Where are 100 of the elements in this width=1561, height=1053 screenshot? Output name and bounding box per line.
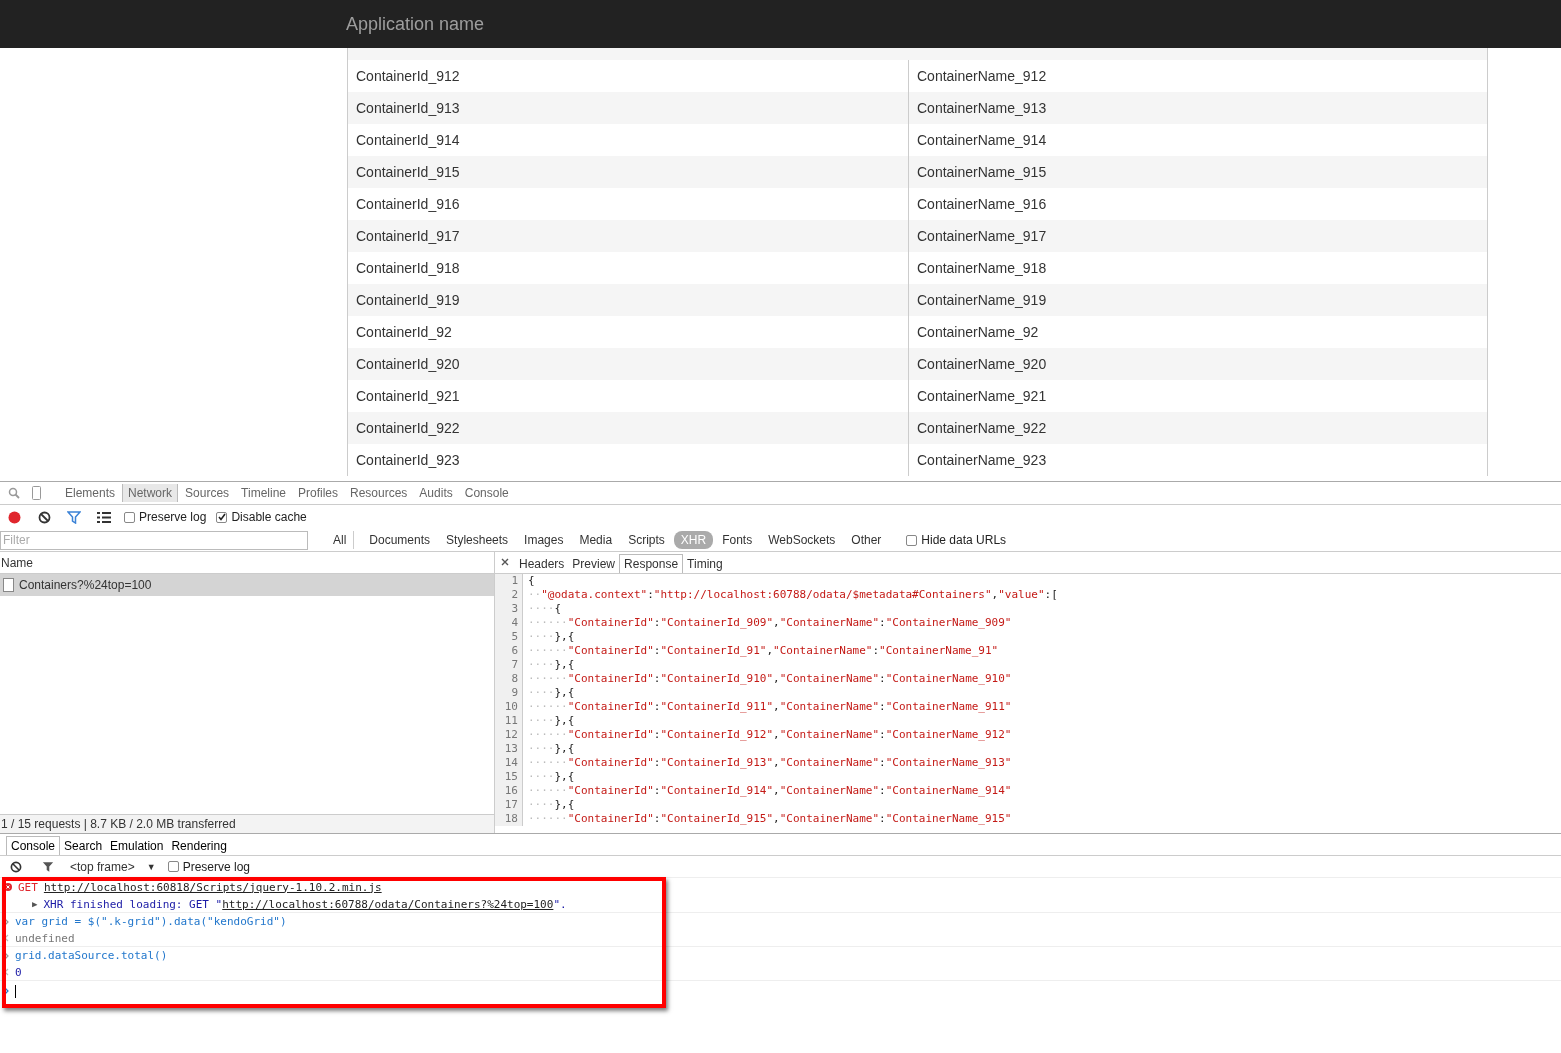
panel-tab[interactable]: Sources: [180, 484, 235, 502]
table-cell-text: ContainerName_912: [916, 67, 1048, 86]
table-cell-text: ContainerName_921: [916, 387, 1048, 406]
line-number: 10: [495, 700, 523, 714]
checkbox-label: Disable cache: [231, 510, 307, 524]
table-cell-text: ContainerName_914: [916, 131, 1048, 150]
line-number: 12: [495, 728, 523, 742]
code-line: ······"ContainerId":"ContainerId_912","ContainerName":"ContainerName_912": [528, 728, 1012, 742]
request-row[interactable]: Containers?%24top=100: [0, 574, 494, 596]
checkbox[interactable]: [906, 534, 918, 546]
drawer-tab[interactable]: Emulation: [106, 837, 168, 855]
error-method: GET: [18, 880, 38, 894]
checkbox[interactable]: [124, 511, 135, 523]
code-line: ····},{: [528, 630, 575, 644]
table-cell-text: ContainerName_919: [916, 291, 1048, 310]
table-cell-text: ContainerName_922: [916, 419, 1048, 438]
console-command: var grid = $(".k-grid").data("kendoGrid"): [15, 915, 287, 928]
code-line: ····{: [528, 602, 562, 616]
filter-icon[interactable]: [64, 508, 84, 526]
line-number: 18: [495, 812, 523, 826]
table-cell-text: ContainerName_917: [916, 227, 1048, 246]
code-line: {: [528, 574, 535, 588]
app-title[interactable]: Application name: [346, 13, 485, 35]
expand-arrow[interactable]: ▶: [32, 899, 38, 909]
line-number: 16: [495, 784, 523, 798]
line-number: 4: [495, 616, 523, 630]
line-number: 5: [495, 630, 523, 644]
dropdown-arrow[interactable]: ▼: [146, 861, 156, 872]
table-cell-text: ContainerName_923: [916, 451, 1048, 470]
context-select[interactable]: <top frame>: [70, 859, 135, 874]
line-number: 1: [495, 574, 523, 588]
xhr-log-message: XHR finished loading: GET "http://localhost:60788/odata/Containers?%24top=100".: [43, 897, 567, 911]
type-filter[interactable]: Fonts: [715, 531, 760, 549]
checkbox-label: Preserve log: [182, 859, 250, 874]
line-number: 15: [495, 770, 523, 784]
table-cell-text: ContainerName_916: [916, 195, 1048, 214]
code-line: ······"ContainerId":"ContainerId_913","ContainerName":"ContainerName_913": [528, 756, 1012, 770]
panel-tab[interactable]: Network: [122, 484, 179, 502]
code-line: ······"ContainerId":"ContainerId_915","ContainerName":"ContainerName_915": [528, 812, 1012, 826]
type-filter[interactable]: Images: [517, 531, 571, 549]
panel-tab[interactable]: Elements: [60, 484, 121, 502]
console-result: 0: [15, 965, 22, 979]
code-line: ····},{: [528, 714, 575, 728]
line-number: 6: [495, 644, 523, 658]
code-line: ······"ContainerId":"ContainerId_909","ContainerName":"ContainerName_909": [528, 616, 1012, 630]
drawer-tab[interactable]: Console: [6, 836, 61, 855]
type-filter[interactable]: All: [326, 531, 355, 549]
line-number: 8: [495, 672, 523, 686]
checkbox-label: Hide data URLs: [921, 533, 1007, 547]
line-number: 2: [495, 588, 523, 602]
type-filter[interactable]: Other: [844, 531, 889, 549]
text-cursor[interactable]: [15, 984, 16, 998]
drawer-tab[interactable]: Search: [60, 837, 107, 855]
column-header[interactable]: Name: [1, 555, 33, 570]
type-filter[interactable]: Documents: [362, 531, 438, 549]
checkbox-label: Preserve log: [139, 510, 207, 524]
status-text: 1 / 15 requests | 8.7 KB / 2.0 MB transferred: [1, 817, 236, 831]
line-number: 11: [495, 714, 523, 728]
detail-tab[interactable]: Headers: [515, 555, 569, 573]
panel-tab[interactable]: Resources: [345, 484, 413, 502]
checkbox[interactable]: [167, 861, 179, 872]
console-result: undefined: [15, 931, 75, 945]
line-number: 17: [495, 798, 523, 812]
console-command: grid.dataSource.total(): [15, 949, 168, 962]
code-line: ····},{: [528, 798, 575, 812]
table-cell-text: ContainerName_92: [916, 323, 1040, 342]
type-filter[interactable]: Media: [572, 531, 620, 549]
code-line: ······"ContainerId":"ContainerId_911","ContainerName":"ContainerName_911": [528, 700, 1012, 714]
table-cell-text: ContainerName_915: [916, 163, 1048, 182]
drawer-tab[interactable]: Rendering: [167, 837, 231, 855]
code-line: ··"@odata.context":"http://localhost:60788/odata/$metadata#Containers","value":[: [528, 588, 1058, 602]
detail-tab[interactable]: Response: [619, 554, 684, 573]
table-cell: ContainerId_923: [348, 444, 909, 476]
type-filter[interactable]: WebSockets: [761, 531, 843, 549]
detail-tab[interactable]: Preview: [568, 555, 620, 573]
table-cell-text: ContainerName_913: [916, 99, 1048, 118]
type-filter[interactable]: Stylesheets: [439, 531, 516, 549]
type-filter[interactable]: Scripts: [621, 531, 672, 549]
code-line: ····},{: [528, 686, 575, 700]
table-cell-text: ContainerName_920: [916, 355, 1048, 374]
line-number: 14: [495, 756, 523, 770]
code-line: ····},{: [528, 770, 575, 784]
panel-tab[interactable]: Audits: [414, 484, 458, 502]
code-line: ····},{: [528, 742, 575, 756]
code-line: ····},{: [528, 658, 575, 672]
xhr-url-link[interactable]: http://localhost:60788/odata/Containers?%24top=100: [222, 897, 554, 911]
panel-tab[interactable]: Console: [459, 484, 514, 502]
code-line: ······"ContainerId":"ContainerId_910","ContainerName":"ContainerName_910": [528, 672, 1012, 686]
code-line: ······"ContainerId":"ContainerId_91","ContainerName":"ContainerName_91": [528, 644, 999, 658]
panel-tab[interactable]: Profiles: [293, 484, 343, 502]
error-url-link[interactable]: http://localhost:60818/Scripts/jquery-1.10.2.min.js: [43, 880, 382, 894]
panel-tab[interactable]: Timeline: [236, 484, 291, 502]
line-number: 3: [495, 602, 523, 616]
checkbox[interactable]: [216, 511, 228, 523]
line-number: 13: [495, 742, 523, 756]
request-name: Containers?%24top=100: [19, 578, 152, 592]
detail-tab[interactable]: Timing: [683, 555, 727, 573]
filter-field[interactable]: Filter: [0, 530, 308, 550]
table-cell-text: ContainerName_918: [916, 259, 1048, 278]
file-icon: [3, 578, 14, 592]
